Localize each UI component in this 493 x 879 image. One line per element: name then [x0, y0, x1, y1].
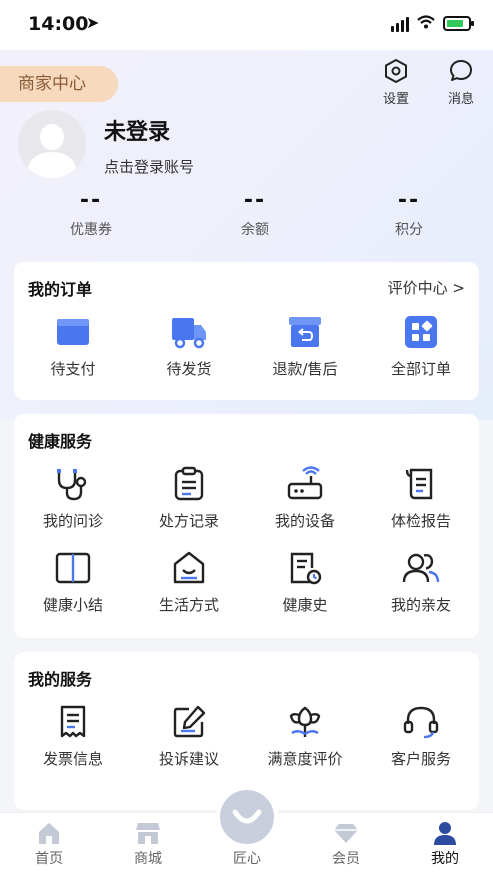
chat-bubble-icon	[450, 60, 472, 81]
checkup-report-label: 体检报告	[390, 512, 451, 530]
tab-member[interactable]: 会员	[311, 821, 381, 868]
complaint-suggestion-button[interactable]: 投诉建议	[134, 704, 244, 769]
tab-home[interactable]: 首页	[14, 821, 84, 868]
invoice-info-label: 发票信息	[42, 750, 103, 768]
balance-value: --	[243, 188, 267, 213]
lifestyle-label: 生活方式	[158, 596, 219, 614]
prescription-records-label: 处方记录	[158, 512, 219, 530]
orders-title: 我的订单	[28, 280, 93, 299]
location-arrow-icon: ➤	[86, 13, 100, 32]
health-services-title: 健康服务	[28, 432, 93, 451]
coupon-value: --	[79, 188, 103, 213]
pending-shipment-label: 待发货	[166, 360, 212, 378]
merchant-center-button[interactable]: 商家中心	[0, 66, 118, 102]
house-smile-icon	[173, 551, 205, 584]
history-doc-icon	[290, 552, 322, 585]
my-devices-label: 我的设备	[274, 512, 335, 530]
avatar[interactable]	[18, 110, 86, 178]
coupon-stat[interactable]: -- 优惠券	[31, 188, 151, 239]
health-summary-label: 健康小结	[42, 596, 103, 614]
hexagon-settings-icon	[385, 58, 407, 84]
my-consultation-label: 我的问诊	[42, 512, 103, 530]
invoice-info-button[interactable]: 发票信息	[18, 704, 128, 769]
store-icon	[136, 823, 160, 844]
points-value: --	[397, 188, 421, 213]
return-box-icon	[289, 317, 321, 347]
pending-shipment-button[interactable]: 待发货	[134, 314, 244, 379]
user-icon	[434, 822, 456, 845]
points-label: 积分	[395, 222, 423, 238]
complaint-suggestion-label: 投诉建议	[158, 750, 219, 768]
pending-payment-label: 待支付	[50, 360, 96, 378]
invoice-icon	[60, 705, 86, 738]
customer-service-button[interactable]: 客户服务	[366, 704, 476, 769]
orders-card: 我的订单 评价中心 > 待支付 待发货 退款/售后 全部订单	[14, 262, 479, 400]
account-stats: -- 优惠券 -- 余额 -- 积分	[0, 188, 493, 248]
grid-icon	[405, 316, 437, 348]
battery-icon	[443, 16, 474, 31]
truck-icon	[172, 318, 206, 349]
diamond-icon	[334, 824, 358, 843]
all-orders-label: 全部订单	[390, 360, 451, 378]
settings-button[interactable]: 设置	[376, 58, 416, 107]
scroll-icon	[405, 468, 433, 500]
home-icon	[39, 823, 59, 844]
tab-craftsmanship-label: 匠心	[233, 851, 261, 867]
my-friends-button[interactable]: 我的亲友	[366, 550, 476, 615]
tab-mall[interactable]: 商城	[113, 821, 183, 868]
messages-button[interactable]: 消息	[441, 58, 481, 107]
login-prompt[interactable]: 点击登录账号	[104, 156, 194, 177]
prescription-records-button[interactable]: 处方记录	[134, 466, 244, 531]
my-consultation-button[interactable]: 我的问诊	[18, 466, 128, 531]
health-history-button[interactable]: 健康史	[250, 550, 360, 615]
checkup-report-button[interactable]: 体检报告	[366, 466, 476, 531]
health-summary-button[interactable]: 健康小结	[18, 550, 128, 615]
settings-label: 设置	[382, 92, 409, 107]
stethoscope-icon	[57, 469, 87, 501]
tab-home-label: 首页	[35, 851, 63, 867]
messages-label: 消息	[447, 92, 474, 107]
refund-aftersale-label: 退款/售后	[272, 360, 338, 378]
flower-icon	[289, 706, 321, 737]
user-name[interactable]: 未登录	[104, 114, 170, 146]
edit-icon	[173, 705, 206, 738]
tab-member-label: 会员	[332, 851, 360, 867]
health-services-card: 健康服务 我的问诊 处方记录 我的设备 体检报告 健康小结 生活方式 健康史 我…	[14, 414, 479, 638]
status-bar: 14:00 ➤	[0, 0, 493, 50]
balance-stat[interactable]: -- 余额	[195, 188, 315, 239]
signal-icon	[391, 16, 409, 32]
my-friends-label: 我的亲友	[390, 596, 451, 614]
pending-payment-button[interactable]: 待支付	[18, 314, 128, 379]
smile-icon	[232, 809, 262, 824]
tab-mine-label: 我的	[431, 851, 459, 867]
points-stat[interactable]: -- 积分	[349, 188, 469, 239]
tab-mine[interactable]: 我的	[410, 821, 480, 868]
balance-label: 余额	[241, 222, 269, 238]
book-icon	[55, 552, 91, 584]
clipboard-icon	[174, 466, 204, 501]
customer-service-label: 客户服务	[390, 750, 451, 768]
status-time: 14:00	[28, 13, 89, 35]
my-services-title: 我的服务	[28, 670, 93, 689]
health-history-label: 健康史	[282, 596, 328, 614]
lifestyle-button[interactable]: 生活方式	[134, 550, 244, 615]
tab-craftsmanship[interactable]	[216, 786, 278, 848]
refund-aftersale-button[interactable]: 退款/售后	[250, 314, 360, 379]
coupon-label: 优惠券	[70, 222, 112, 238]
tab-mall-label: 商城	[134, 851, 162, 867]
satisfaction-rating-label: 满意度评价	[267, 750, 343, 768]
my-devices-button[interactable]: 我的设备	[250, 466, 360, 531]
satisfaction-rating-button[interactable]: 满意度评价	[250, 704, 360, 769]
wallet-icon	[57, 319, 89, 345]
headset-icon	[403, 706, 439, 739]
all-orders-button[interactable]: 全部订单	[366, 314, 476, 379]
review-center-link[interactable]: 评价中心 >	[388, 277, 465, 298]
friends-icon	[402, 553, 440, 583]
router-icon	[287, 466, 323, 500]
wifi-icon	[417, 14, 435, 33]
